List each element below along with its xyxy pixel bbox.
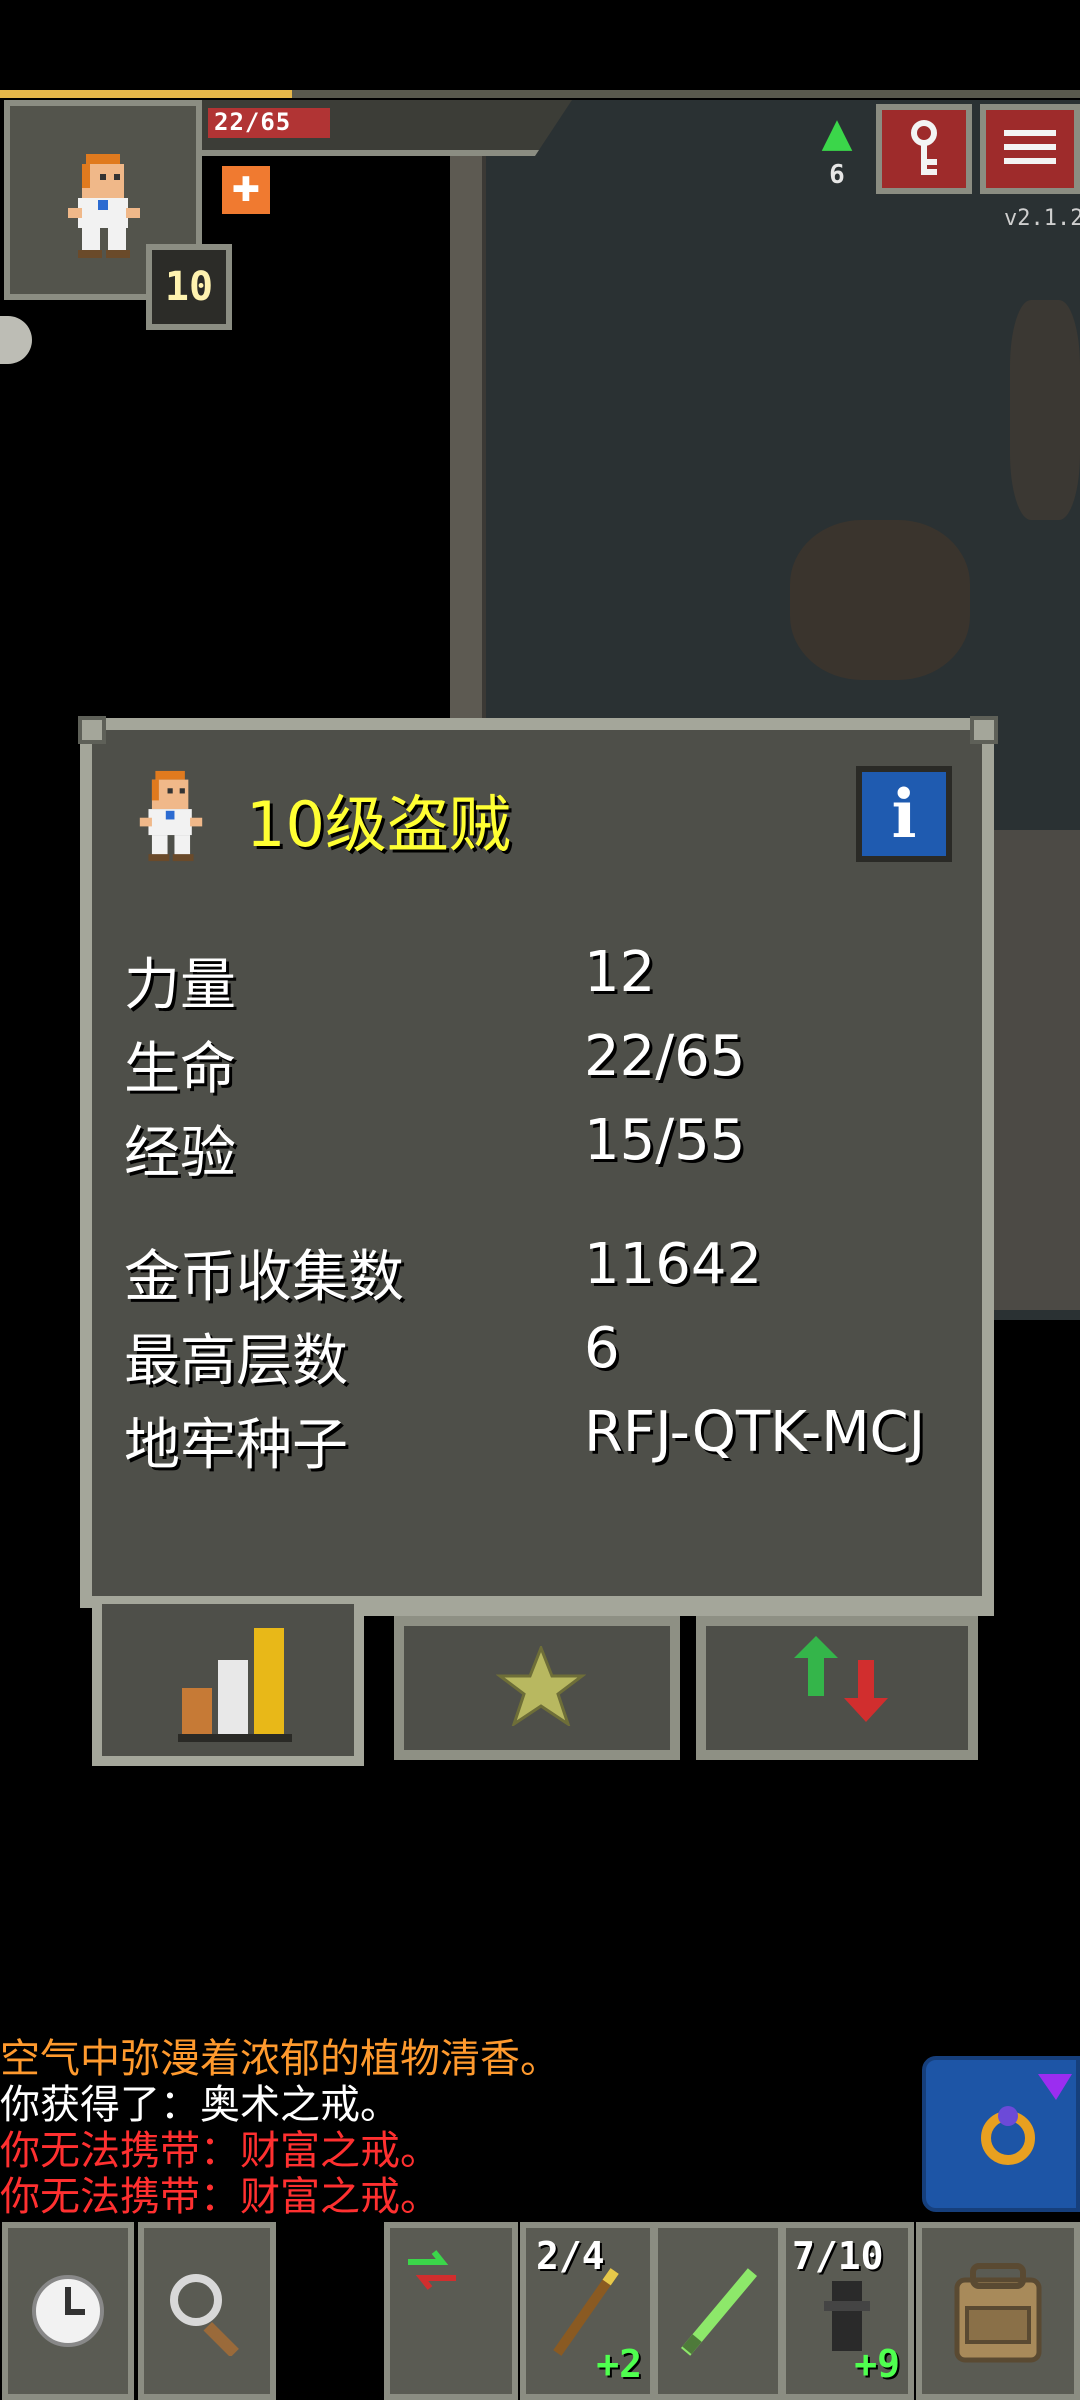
buff-icon[interactable]: ✚ [222, 166, 270, 214]
stat-value-gold: 11642 [584, 1232, 763, 1297]
backpack-icon [954, 2263, 1042, 2363]
tab-buffs[interactable] [696, 1616, 978, 1760]
quickslot-upgrade: +9 [854, 2342, 900, 2386]
depth-icon[interactable]: ▲ [812, 108, 862, 158]
experience-bar-fill [0, 90, 292, 98]
stat-value-health: 22/65 [584, 1024, 746, 1089]
swap-quickslot-button[interactable] [384, 2222, 518, 2400]
quickslot-sword[interactable] [652, 2222, 784, 2400]
quickslot-upgrade: +2 [596, 2342, 642, 2386]
stat-value-seed: RFJ-QTK-MCJ [584, 1400, 926, 1465]
hero-level-badge: 10 [146, 244, 232, 330]
swap-icon [408, 2250, 456, 2290]
dungeon-wall [450, 150, 486, 720]
tab-badges[interactable] [394, 1616, 680, 1760]
clock-icon [32, 2275, 104, 2347]
stat-label-strength: 力量 [124, 953, 236, 1018]
menu-icon [1004, 130, 1056, 164]
stat-label-seed: 地牢种子 [124, 1413, 348, 1478]
stat-label-max-depth: 最高层数 [124, 1329, 348, 1394]
experience-bar [0, 90, 1080, 98]
info-button[interactable]: i [856, 766, 952, 862]
version-label: v2.1.2 [1004, 206, 1080, 231]
search-icon [170, 2274, 239, 2356]
backpack-button[interactable] [916, 2222, 1080, 2400]
tab-stats[interactable] [92, 1604, 364, 1766]
hero-title: 10级盗贼 [246, 788, 511, 861]
star-icon [496, 1646, 586, 1726]
quickslot-charges: 2/4 [536, 2234, 605, 2278]
journal-key-button[interactable] [876, 104, 972, 194]
stat-label-experience: 经验 [124, 1121, 236, 1186]
dialog-corner [970, 716, 998, 744]
menu-button[interactable] [980, 104, 1080, 194]
quickslot-wand[interactable]: 2/4 +2 [520, 2222, 656, 2400]
depth-number: 6 [829, 160, 845, 190]
quickslot-count: 7/10 [792, 2234, 884, 2278]
dungeon-stone-wall [990, 830, 1080, 1310]
dungeon-rock [790, 520, 970, 680]
log-line: 你无法携带：财富之戒。 [0, 2174, 440, 2220]
stats-chart-icon [178, 1628, 292, 1742]
info-icon: i [891, 775, 917, 853]
rogue-avatar-icon [68, 154, 140, 258]
moon-icon [0, 316, 32, 364]
stat-label-gold: 金币收集数 [124, 1245, 404, 1310]
stat-value-experience: 15/55 [584, 1108, 746, 1173]
quickslot-throwing[interactable]: 7/10 +9 [780, 2222, 914, 2400]
wait-button[interactable] [2, 2222, 134, 2400]
dungeon-rock [1010, 300, 1080, 520]
stat-value-max-depth: 6 [584, 1316, 620, 1381]
key-icon [911, 120, 937, 175]
tab-divider [364, 1604, 994, 1616]
up-down-arrows-icon [794, 1636, 888, 1722]
ring-icon [981, 2074, 1072, 2165]
sword-icon [680, 2268, 758, 2356]
health-text: 22/65 [214, 108, 292, 136]
rogue-hero-icon [139, 770, 203, 862]
stat-value-strength: 12 [584, 940, 656, 1005]
search-button[interactable] [138, 2222, 276, 2400]
dialog-corner [78, 716, 106, 744]
stat-label-health: 生命 [124, 1037, 236, 1102]
quick-ring-button[interactable] [922, 2056, 1080, 2212]
